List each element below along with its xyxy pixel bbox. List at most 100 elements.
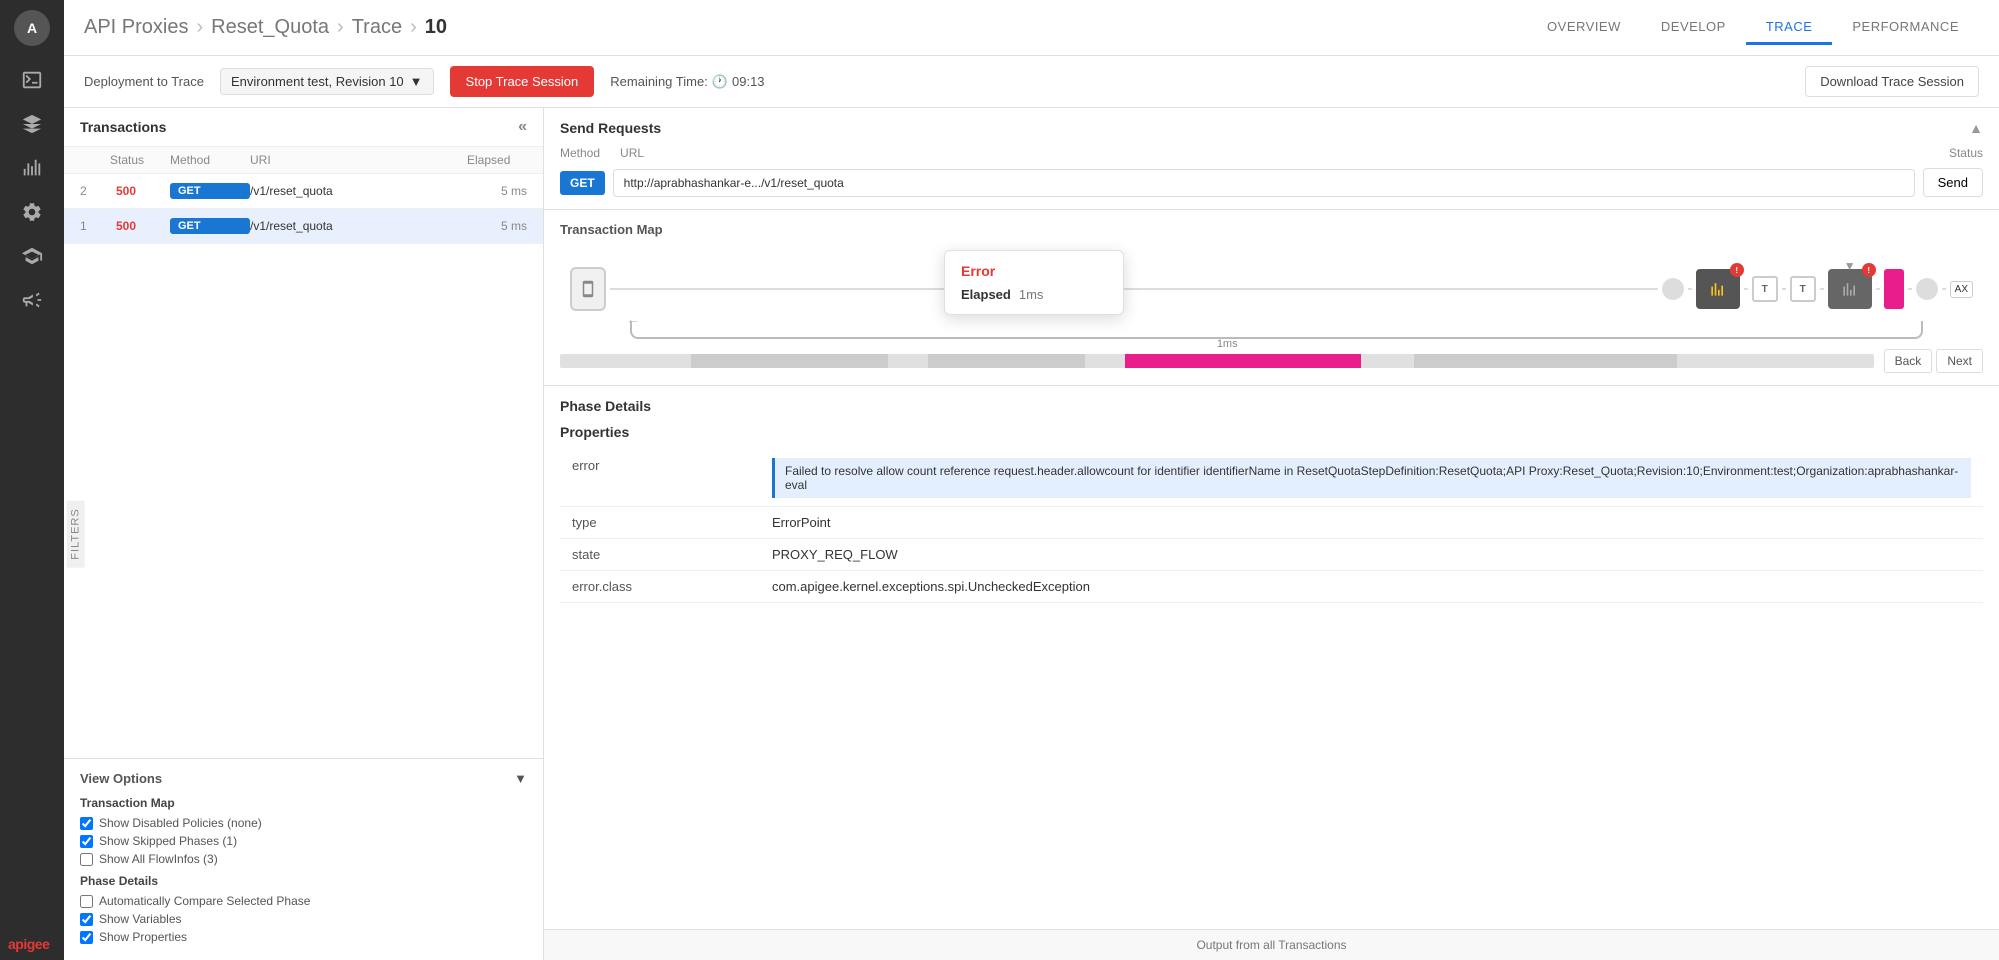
phase-details-section-title: Phase Details [80,874,527,888]
download-trace-button[interactable]: Download Trace Session [1805,66,1979,97]
flow-diagram: ! T T ! ▼ [560,247,1983,341]
collapse-button[interactable]: « [518,118,527,136]
show-variables-label: Show Variables [99,912,182,926]
sidebar-icon-announcements[interactable] [14,282,50,318]
col-status: Status [110,153,170,167]
tooltip-title: Error [961,263,1107,279]
connector [1942,288,1946,290]
filters-tab[interactable]: Filters [67,500,85,567]
transaction-map-section: Transaction Map ! [544,210,1999,386]
status-label: Status [1949,146,1983,160]
method-get: GET [170,218,250,234]
transactions-header: Transactions « [64,108,543,147]
error-tooltip: Error Elapsed 1ms [944,250,1124,315]
connector [1782,288,1786,290]
timeline-segment-1 [691,354,888,368]
show-properties-row: Show Properties [80,930,527,944]
timeline-nav: Back Next [1884,349,1983,373]
sidebar-icon-settings[interactable] [14,194,50,230]
prop-value-error-class: com.apigee.kernel.exceptions.spi.Uncheck… [760,571,1983,603]
sidebar-icon-cube[interactable] [14,106,50,142]
return-arrow [630,321,1923,339]
tab-overview[interactable]: OVERVIEW [1527,11,1641,45]
uri-text: /v1/reset_quota [250,184,467,198]
send-button[interactable]: Send [1923,168,1983,197]
row-num: 1 [80,219,110,233]
ax-node[interactable]: AX [1950,281,1973,298]
timeline-label: 1ms [1217,338,1238,350]
prop-row-error-class: error.class com.apigee.kernel.exceptions… [560,571,1983,603]
show-disabled-checkbox[interactable] [80,817,93,830]
arrow-down: ▼ [1844,259,1856,273]
sidebar-icon-learn[interactable] [14,238,50,274]
send-url-input[interactable] [613,169,1915,197]
prop-key-error: error [560,450,760,507]
show-flowinfos-row: Show All FlowInfos (3) [80,852,527,866]
table-row[interactable]: 2 500 GET /v1/reset_quota 5 ms [64,174,543,209]
quota-node-2[interactable]: ! ▼ [1828,269,1872,309]
sidebar-icon-terminal[interactable] [14,62,50,98]
row-num: 2 [80,184,110,198]
connector [1744,288,1748,290]
show-skipped-row: Show Skipped Phases (1) [80,834,527,848]
prop-value-type: ErrorPoint [760,507,1983,539]
show-flowinfos-checkbox[interactable] [80,853,93,866]
show-properties-checkbox[interactable] [80,931,93,944]
col-method: Method [170,153,250,167]
timeline-bar[interactable] [560,354,1874,368]
output-footer[interactable]: Output from all Transactions [544,929,1999,960]
connector [1908,288,1912,290]
connector [1820,288,1824,290]
prop-row-error: error Failed to resolve allow count refe… [560,450,1983,507]
timeline-segment-active [1125,354,1361,368]
table-row[interactable]: 1 500 GET /v1/reset_quota 5 ms [64,209,543,244]
transaction-map-section-title: Transaction Map [80,796,527,810]
breadcrumb-api-proxies[interactable]: API Proxies [84,16,188,39]
table-header: Status Method URI Elapsed [64,147,543,174]
tooltip-elapsed-label: Elapsed [961,287,1011,302]
connector [1688,288,1692,290]
show-skipped-checkbox[interactable] [80,835,93,848]
auto-compare-checkbox[interactable] [80,895,93,908]
breadcrumb-reset-quota[interactable]: Reset_Quota [211,16,329,39]
tooltip-elapsed-value: 1ms [1019,287,1044,302]
timeline-segment-2 [928,354,1086,368]
deployment-label: Deployment to Trace [84,74,204,89]
phase-details-header: Phase Details [560,398,1983,414]
tooltip-elapsed-row: Elapsed 1ms [961,287,1107,302]
properties-table: error Failed to resolve allow count refe… [560,450,1983,603]
prop-key-error-class: error.class [560,571,760,603]
uri-text: /v1/reset_quota [250,219,467,233]
circle-node-2 [1916,278,1938,300]
auto-compare-row: Automatically Compare Selected Phase [80,894,527,908]
view-options-header[interactable]: View Options ▼ [80,771,527,786]
elapsed-text: 5 ms [467,184,527,198]
stop-trace-button[interactable]: Stop Trace Session [450,66,595,97]
user-avatar[interactable]: A [14,10,50,46]
main-content: API Proxies › Reset_Quota › Trace › 10 O… [64,0,1999,960]
t-node-1[interactable]: T [1752,276,1778,302]
properties-title: Properties [560,424,1983,440]
quota-node-1: ! [1696,269,1740,309]
tab-develop[interactable]: DEVELOP [1641,11,1746,45]
status-500: 500 [110,182,170,200]
tab-performance[interactable]: PERFORMANCE [1832,11,1979,45]
deployment-select[interactable]: Environment test, Revision 10 ▼ [220,68,434,95]
t-node-2[interactable]: T [1790,276,1816,302]
next-button[interactable]: Next [1936,349,1983,373]
transaction-map-header: Transaction Map [560,222,1983,237]
sidebar: A [0,0,64,960]
show-variables-checkbox[interactable] [80,913,93,926]
top-bar: API Proxies › Reset_Quota › Trace › 10 O… [64,0,1999,56]
pink-node[interactable] [1884,269,1904,309]
back-button[interactable]: Back [1884,349,1933,373]
send-requests-collapse[interactable]: ▲ [1969,120,1983,136]
tab-trace[interactable]: TRACE [1746,11,1833,45]
left-panel: Filters Transactions « Status Method URI… [64,108,544,960]
sidebar-icon-chart[interactable] [14,150,50,186]
show-properties-label: Show Properties [99,930,187,944]
breadcrumb-trace[interactable]: Trace [352,16,402,39]
connector [610,288,1658,290]
status-500: 500 [110,217,170,235]
send-method-badge: GET [560,171,605,195]
